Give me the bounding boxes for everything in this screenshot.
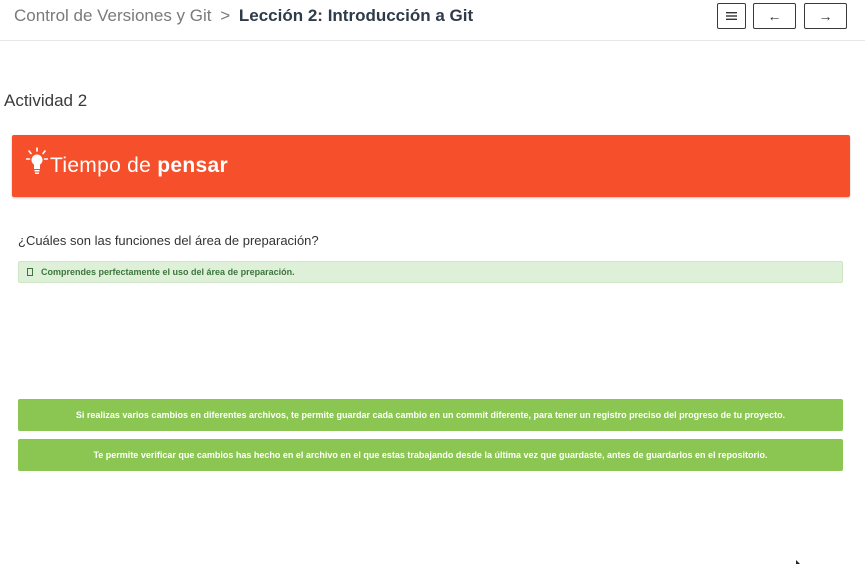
previous-button[interactable]: ← bbox=[753, 3, 796, 29]
next-button[interactable]: → bbox=[804, 3, 847, 29]
breadcrumb-lesson: Lección 2: Introducción a Git bbox=[238, 6, 474, 25]
mouse-cursor-icon bbox=[796, 560, 800, 564]
arrow-right-icon: → bbox=[818, 8, 833, 24]
feedback-box: Comprendes perfectamente el uso del área… bbox=[18, 261, 843, 283]
think-banner: Tiempo de pensar bbox=[12, 135, 850, 197]
question-text: ¿Cuáles son las funciones del área de pr… bbox=[18, 233, 319, 248]
banner-title: Tiempo de pensar bbox=[50, 154, 228, 178]
menu-button[interactable] bbox=[717, 3, 746, 29]
activity-title: Actividad 2 bbox=[4, 91, 88, 110]
arrow-left-icon: ← bbox=[767, 8, 782, 24]
breadcrumb-separator: > bbox=[220, 6, 231, 25]
breadcrumb-course[interactable]: Control de Versiones y Git bbox=[14, 6, 211, 25]
checkbox-icon bbox=[27, 268, 33, 276]
answer-option[interactable]: Si realizas varios cambios en diferentes… bbox=[18, 399, 843, 431]
feedback-text: Comprendes perfectamente el uso del área… bbox=[41, 267, 295, 277]
answer-option[interactable]: Te permite verificar que cambios has hec… bbox=[18, 439, 843, 471]
hamburger-icon bbox=[726, 12, 737, 20]
banner-title-regular: Tiempo de bbox=[50, 154, 152, 177]
top-bar: Control de Versiones y Git > Lección 2: … bbox=[0, 0, 865, 41]
breadcrumb: Control de Versiones y Git > Lección 2: … bbox=[14, 6, 473, 26]
banner-title-bold: pensar bbox=[157, 154, 228, 177]
lightbulb-icon bbox=[26, 147, 48, 174]
